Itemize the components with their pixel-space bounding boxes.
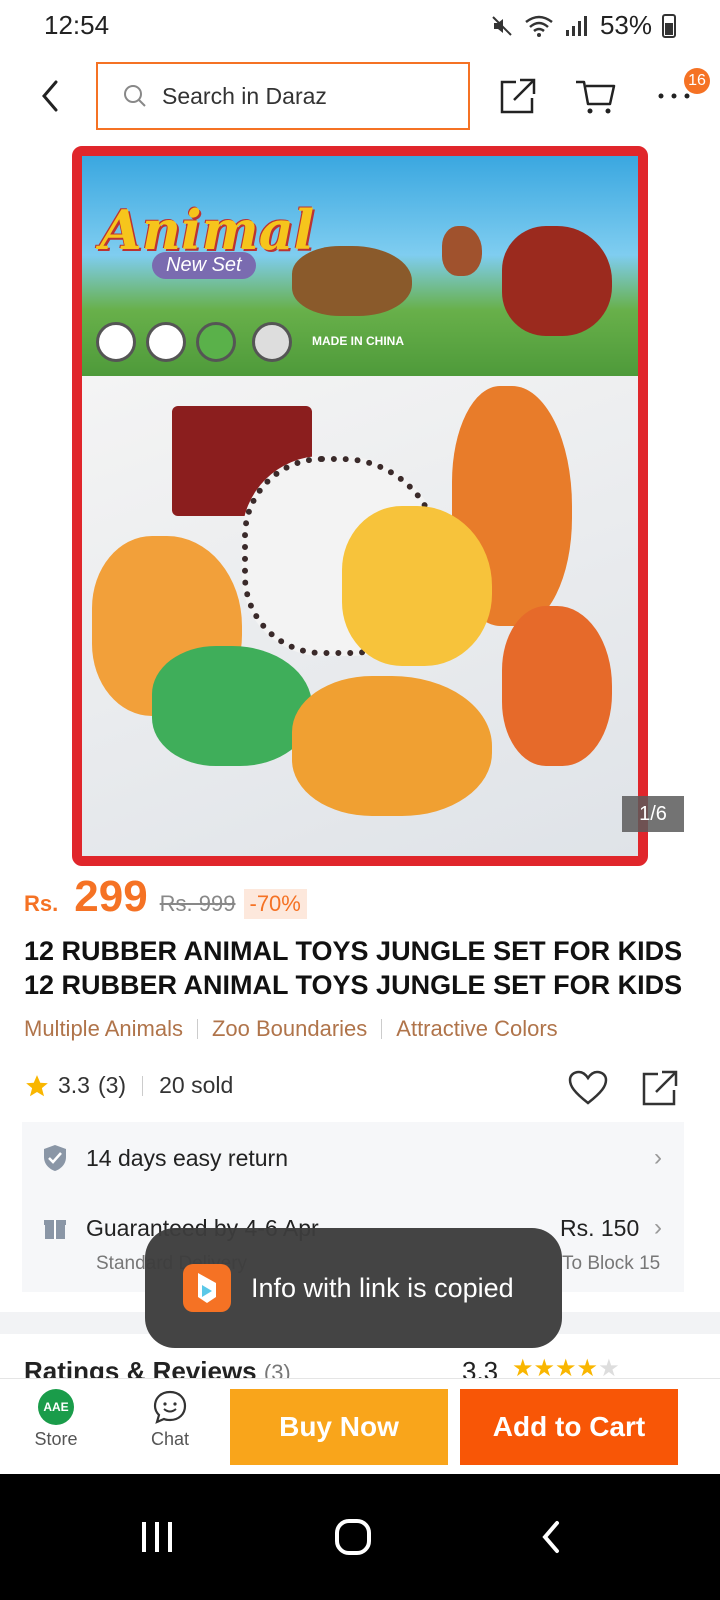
toast-notification: Info with link is copied	[145, 1228, 562, 1348]
top-header: Search in Daraz 16	[0, 52, 720, 140]
share-icon	[642, 1070, 678, 1106]
system-nav-bar	[0, 1474, 720, 1600]
mute-icon	[490, 14, 514, 38]
search-input[interactable]: Search in Daraz	[96, 62, 470, 130]
chat-label: Chat	[150, 1429, 190, 1449]
share-product-button[interactable]	[638, 1066, 682, 1110]
delivery-price: Rs. 150	[560, 1214, 640, 1241]
share-button[interactable]	[494, 72, 542, 120]
system-back-button[interactable]	[516, 1502, 586, 1572]
rating-count: (3)	[97, 1072, 127, 1098]
toast-text: Info with link is copied	[251, 1272, 514, 1303]
more-icon	[658, 93, 690, 99]
rating-value: 3.3	[58, 1072, 90, 1098]
tag-zoo-boundaries: Zoo Boundaries	[211, 1016, 368, 1041]
status-bar: 12:54 53%	[0, 0, 720, 52]
lizard-toy	[152, 646, 312, 766]
bottom-action-bar: AAE Store Chat Buy Now Add to Cart	[0, 1378, 720, 1474]
product-title-line: 12 RUBBER ANIMAL TOYS JUNGLE SET FOR KID…	[24, 970, 683, 1000]
package-subtitle: New Set	[152, 252, 256, 279]
wishlist-button[interactable]	[566, 1066, 610, 1110]
back-icon	[542, 1521, 559, 1553]
bear-toy	[292, 676, 492, 816]
store-logo-icon: AAE	[38, 1389, 74, 1425]
rating-row[interactable]: 3.3 (3) 20 sold	[24, 1072, 233, 1099]
cart-icon	[576, 80, 616, 114]
tag-multiple-animals: Multiple Animals	[24, 1016, 183, 1041]
chevron-right-icon: ›	[654, 1144, 662, 1171]
package-origin: MADE IN CHINA	[312, 334, 404, 348]
heart-icon	[568, 1070, 608, 1105]
search-icon	[124, 85, 146, 107]
notification-badge: 16	[684, 68, 710, 94]
home-button[interactable]	[318, 1502, 388, 1572]
store-label: Store	[34, 1429, 78, 1449]
price-currency: Rs.	[24, 891, 59, 916]
return-policy-row[interactable]: 14 days easy return ›	[22, 1142, 684, 1174]
rating-divider	[142, 1075, 144, 1096]
status-icons: 53%	[490, 10, 676, 41]
cat-toy	[342, 506, 492, 666]
tag-divider	[196, 1019, 198, 1039]
cert-icon	[252, 322, 292, 362]
product-tags: Multiple Animals Zoo Boundaries Attracti…	[24, 1016, 558, 1042]
battery-percent: 53%	[599, 10, 652, 40]
star-icon	[26, 1074, 48, 1096]
home-icon	[335, 1519, 371, 1555]
product-image[interactable]: Animal New Set MADE IN CHINA	[72, 146, 648, 866]
deer-illustration	[292, 246, 412, 316]
more-button[interactable]: 16	[650, 68, 710, 120]
store-button[interactable]: AAE Store	[16, 1389, 96, 1450]
delivery-destination: To Block 15	[562, 1253, 661, 1274]
return-text: 14 days easy return	[86, 1144, 289, 1171]
buy-now-button[interactable]: Buy Now	[230, 1389, 448, 1465]
chevron-left-icon	[42, 80, 58, 112]
no-choke-icon	[96, 322, 136, 362]
recent-apps-icon	[142, 1522, 172, 1552]
shield-check-icon	[44, 1145, 66, 1171]
recent-apps-button[interactable]	[122, 1502, 192, 1572]
horse-illustration	[502, 226, 612, 336]
price-row: Rs. 299 Rs. 999 -70%	[24, 872, 307, 922]
signal-icon	[564, 14, 590, 38]
product-title-line: 12 RUBBER ANIMAL TOYS JUNGLE SET FOR KID…	[24, 936, 683, 966]
cart-button[interactable]	[572, 72, 620, 120]
sold-count: 20 sold	[159, 1072, 234, 1098]
wifi-icon	[524, 14, 554, 38]
package-header: Animal New Set MADE IN CHINA	[82, 156, 638, 376]
price-original: Rs. 999	[159, 891, 236, 916]
price-current: 299	[74, 872, 148, 921]
daraz-app-icon	[183, 1264, 231, 1312]
tag-attractive-colors: Attractive Colors	[396, 1016, 558, 1041]
fox-toy	[502, 606, 612, 766]
deer-small-illustration	[442, 226, 482, 276]
battery-icon	[662, 13, 676, 38]
image-counter: 1/6	[622, 796, 684, 832]
recycle-icon	[196, 322, 236, 362]
chevron-right-icon: ›	[654, 1214, 662, 1241]
discount-badge: -70%	[243, 889, 307, 919]
back-button[interactable]	[28, 74, 72, 118]
product-title: 12 RUBBER ANIMAL TOYS JUNGLE SET FOR KID…	[24, 934, 704, 1002]
toy-bag	[82, 376, 638, 856]
search-placeholder: Search in Daraz	[162, 82, 327, 109]
ce-mark-icon	[146, 322, 186, 362]
gift-icon	[44, 1220, 66, 1239]
tag-divider	[381, 1019, 383, 1039]
chat-button[interactable]: Chat	[130, 1389, 210, 1450]
add-to-cart-button[interactable]: Add to Cart	[460, 1389, 678, 1465]
status-time: 12:54	[44, 10, 110, 40]
chat-icon	[153, 1390, 187, 1424]
share-icon	[500, 78, 536, 114]
